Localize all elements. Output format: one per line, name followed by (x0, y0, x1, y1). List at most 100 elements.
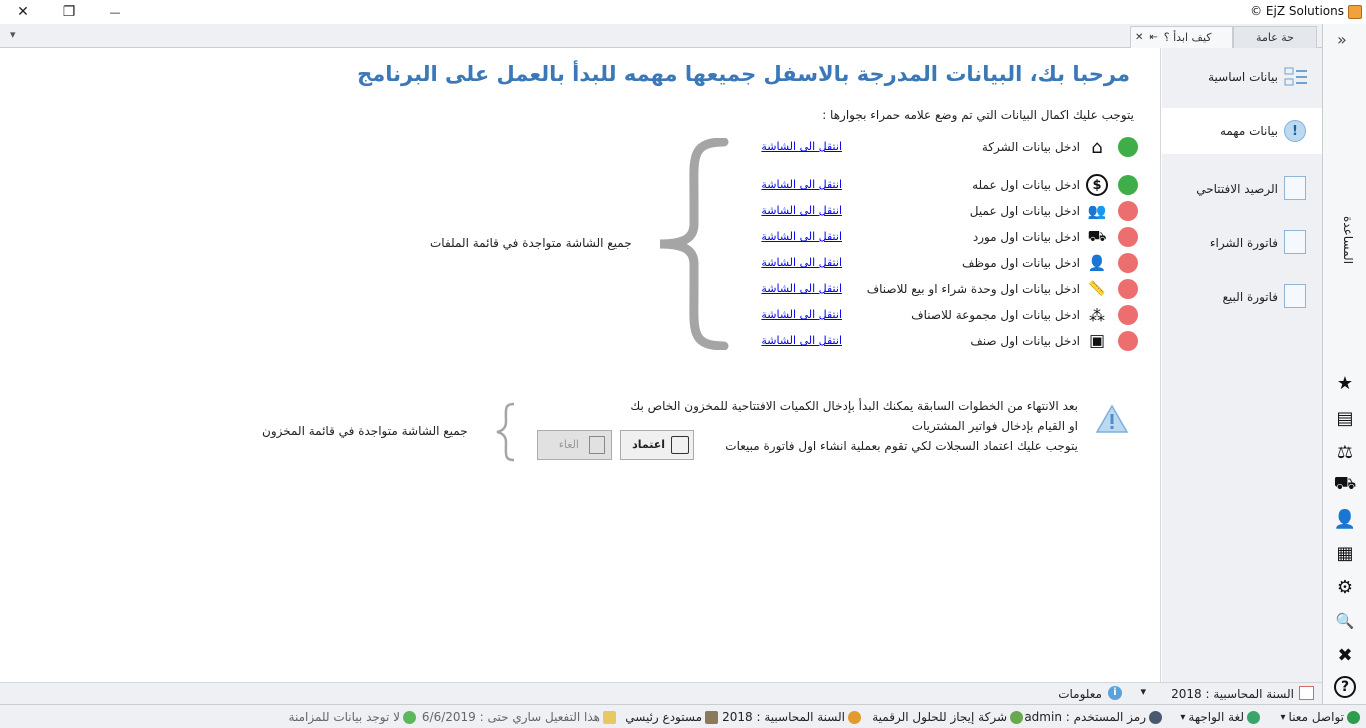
right-rail: » المساعدة ★ ▤ ⚖ ⛟ 👤 ▦ ⚙ 🔍 ✖ ? (1322, 24, 1366, 704)
contact-us[interactable]: تواصل معنا ▾ (1280, 710, 1360, 724)
reports-search-icon[interactable]: 🔍 (1334, 610, 1356, 632)
tab-how-to-start[interactable]: ✕ ⇤ كيف ابدأ ؟ (1130, 26, 1233, 48)
restore-window-button[interactable]: ❐ (46, 0, 92, 24)
small-curly-brace-icon (496, 402, 515, 462)
status-ok-icon (1118, 137, 1138, 157)
cash-register-icon[interactable]: ▦ (1334, 542, 1356, 564)
employee-icon[interactable]: 👤 (1334, 508, 1356, 530)
go-to-screen-link[interactable]: انتقل الى الشاشة (761, 334, 842, 347)
tab-general[interactable]: حة عامة (1233, 26, 1317, 48)
window-title-bar: ✕ ❐ — © EjZ Solutions (0, 0, 1366, 24)
license-icon (603, 710, 616, 724)
cancel-label: الغاء (558, 438, 579, 451)
list-settings-icon (1284, 66, 1308, 88)
settings-gear-icon[interactable]: ⚙ (1334, 576, 1356, 598)
step-label: ادخل بيانات اول موظف (962, 256, 1080, 270)
user-avatar-icon (1149, 710, 1162, 724)
step-row-employee: 👤 ادخل بيانات اول موظف انتقل الى الشاشة (718, 252, 1138, 274)
go-to-screen-link[interactable]: انتقل الى الشاشة (761, 140, 842, 153)
restore-icon: ❐ (62, 4, 76, 20)
sidebar-item-label: بيانات مهمه (1219, 124, 1278, 138)
step-label: ادخل بيانات الشركة (981, 140, 1080, 154)
status-missing-icon (1118, 331, 1138, 351)
document-icon (1284, 176, 1306, 200)
step-row-currency: $ ادخل بيانات اول عمله انتقل الى الشاشة (718, 174, 1138, 196)
status-missing-icon (1118, 201, 1138, 221)
info-label[interactable]: معلومات (1058, 687, 1102, 701)
sidebar-item-label: فاتورة الشراء (1209, 236, 1278, 250)
sidebar-item-important-data[interactable]: بيانات مهمه ! (1162, 108, 1322, 154)
status-bar: تواصل معنا ▾ لغة الواجهة ▾ رمز المستخدم … (0, 704, 1366, 728)
sync-label: لا توجد بيانات للمزامنة (288, 710, 400, 724)
sidebar-item-opening-balance[interactable]: الرصيد الافتتاحي (1162, 166, 1322, 212)
step-label: ادخل بيانات اول عمله (972, 178, 1080, 192)
sidebar-item-purchase-invoice[interactable]: فاتورة الشراء (1162, 220, 1322, 266)
tab-close-icon[interactable]: ✕ (1135, 32, 1143, 43)
minimize-window-button[interactable]: — (92, 0, 138, 24)
cancel-button[interactable]: الغاء (537, 430, 612, 460)
warehouse-icon (705, 710, 718, 724)
chevron-down-icon: ▾ (1280, 711, 1286, 723)
cancel-doc-icon (589, 436, 605, 454)
document-icon (1284, 230, 1306, 254)
step-row-unit: 📏 ادخل بيانات اول وحدة شراء او بيع للاصن… (718, 278, 1138, 300)
collapse-panel-icon[interactable]: » (1337, 30, 1347, 49)
tab-pin-icon[interactable]: ⇤ (1149, 32, 1157, 43)
inventory-icon[interactable]: ▤ (1334, 407, 1356, 429)
sidebar-item-basic-data[interactable]: بيانات اساسية (1162, 54, 1322, 100)
group-icon: ⁂ (1089, 305, 1105, 325)
fiscal-year-selector[interactable]: السنة المحاسبية : 2018 (1171, 687, 1294, 701)
accounting-scale-icon[interactable]: ⚖ (1334, 441, 1356, 463)
supplier-icon[interactable]: ⛟ (1334, 473, 1357, 496)
go-to-screen-link[interactable]: انتقل الى الشاشة (761, 230, 842, 243)
clipboard-check-icon (671, 436, 689, 454)
approve-button[interactable]: اعتماد (620, 430, 694, 460)
tab-strip: ▾ حة عامة ✕ ⇤ كيف ابدأ ؟ (0, 24, 1322, 48)
customers-icon: 👥 (1087, 202, 1107, 220)
help-question-icon[interactable]: ? (1334, 676, 1356, 698)
company-label: شركة إيجاز للحلول الرقمية (872, 710, 1007, 724)
user-label: رمز المستخدم : admin (1024, 710, 1146, 724)
curly-brace-icon (659, 138, 729, 350)
sync-refresh-icon (403, 710, 416, 724)
favorites-star-icon[interactable]: ★ (1334, 372, 1356, 394)
close-window-button[interactable]: ✕ (0, 0, 46, 24)
go-to-screen-link[interactable]: انتقل الى الشاشة (761, 178, 842, 191)
company-name: شركة إيجاز للحلول الرقمية (872, 710, 1023, 724)
step-label: ادخل بيانات اول صنف (970, 334, 1080, 348)
language-selector[interactable]: لغة الواجهة ▾ (1180, 710, 1260, 724)
ruler-icon: 📏 (1088, 281, 1106, 297)
fiscal-year-label: السنة المحاسبية : 2018 (722, 710, 845, 724)
sync-status[interactable]: لا توجد بيانات للمزامنة (289, 710, 416, 724)
step-row-item: ▣ ادخل بيانات اول صنف انتقل الى الشاشة (718, 330, 1138, 352)
sidebar-item-sales-invoice[interactable]: فاتورة البيع (1162, 274, 1322, 320)
status-missing-icon (1118, 305, 1138, 325)
tab-menu-chevron-down-icon[interactable]: ▾ (10, 28, 16, 41)
help-tab[interactable]: المساعدة (1337, 184, 1355, 264)
contact-icon (1347, 710, 1360, 724)
step-row-supplier: ⛟ ادخل بيانات اول مورد انتقل الى الشاشة (718, 226, 1138, 248)
item-box-icon: ▣ (1088, 331, 1106, 351)
final-line: بعد الانتهاء من الخطوات السابقة يمكنك ال… (630, 399, 1078, 413)
tab-how-to-start-label: كيف ابدأ ؟ (1163, 31, 1212, 44)
company-icon (1010, 710, 1023, 724)
tools-icon[interactable]: ✖ (1334, 644, 1356, 666)
chevron-down-icon[interactable]: ▾ (1140, 685, 1146, 698)
document-icon (1284, 284, 1306, 308)
dollar-icon: $ (1086, 174, 1108, 196)
info-alert-icon: ! (1284, 120, 1306, 142)
page-title: مرحبا بك، البيانات المدرجة بالاسفل جميعه… (357, 62, 1130, 86)
minimize-icon: — (109, 5, 121, 19)
go-to-screen-link[interactable]: انتقل الى الشاشة (761, 256, 842, 269)
step-row-customer: 👥 ادخل بيانات اول عميل انتقل الى الشاشة (718, 200, 1138, 222)
go-to-screen-link[interactable]: انتقل الى الشاشة (761, 204, 842, 217)
intro-text: يتوجب عليك اكمال البيانات التي تم وضع عل… (822, 108, 1134, 122)
step-row-item-group: ⁂ ادخل بيانات اول مجموعة للاصناف انتقل ا… (718, 304, 1138, 326)
warehouse: مستودع رئيسي (625, 710, 718, 724)
go-to-screen-link[interactable]: انتقل الى الشاشة (761, 308, 842, 321)
chevron-down-icon: ▾ (1180, 711, 1186, 723)
status-fiscal-year: السنة المحاسبية : 2018 (722, 710, 861, 724)
step-label: ادخل بيانات اول مجموعة للاصناف (911, 308, 1080, 322)
employee-icon: 👤 (1087, 254, 1107, 272)
go-to-screen-link[interactable]: انتقل الى الشاشة (761, 282, 842, 295)
